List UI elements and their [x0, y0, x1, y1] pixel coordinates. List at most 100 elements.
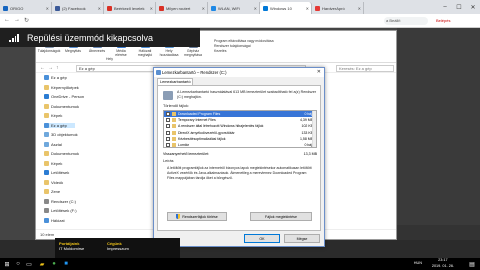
favicon-icon — [315, 5, 320, 11]
close-icon[interactable]: ✕ — [466, 0, 480, 14]
browser-tab[interactable]: (2) Facebook ✕ — [52, 2, 104, 14]
cleanup-item-name: DirectX árnyékolóvezérlő-gyorsítótár — [178, 130, 235, 135]
cancel-button[interactable]: Mégse — [284, 234, 320, 243]
nav-item[interactable]: Ez a gép — [44, 75, 67, 80]
cleanup-item-checkbox[interactable] — [166, 118, 170, 123]
file-type-icon — [172, 136, 176, 141]
browser-tab-bar: ORIGO ✕ (2) Facebook ✕ Beérkező levelek ✕ Mily… — [0, 0, 480, 14]
cleanup-item-checkbox[interactable] — [166, 124, 170, 129]
nav-up-icon[interactable]: ↑ — [56, 65, 59, 71]
nav-item[interactable]: Zene — [44, 189, 60, 194]
task-view-icon[interactable]: ▭ — [25, 260, 33, 268]
file-explorer-taskbar-icon[interactable]: ▰ — [38, 260, 46, 268]
url-field[interactable]: a Beállít — [384, 17, 428, 25]
nav-item[interactable]: Letöltések — [44, 170, 69, 175]
footer-col-portals: Portáljaink IT Moldomirse — [59, 241, 84, 251]
cleanup-item-checkbox[interactable] — [166, 143, 170, 147]
tab-close-icon[interactable]: ✕ — [306, 6, 309, 11]
nav-item[interactable]: Hálózat — [44, 217, 65, 223]
nav-item[interactable]: Dokumentumok — [44, 151, 79, 156]
nav-back-icon[interactable]: ← — [40, 65, 45, 71]
maximize-icon[interactable]: ☐ — [452, 0, 466, 14]
notifications-icon[interactable]: ▤ — [468, 260, 476, 268]
signal-icon — [9, 33, 19, 42]
cleanup-item-row[interactable]: Lomtár 0 bájt — [164, 142, 316, 147]
explorer-search-input[interactable]: Keresés: Ez a gép — [336, 65, 394, 72]
nav-forward-icon[interactable]: → — [48, 65, 53, 71]
input-language[interactable]: HUN — [414, 261, 422, 265]
tab-disk-cleanup[interactable]: Lemezkarbantartó — [157, 78, 193, 85]
cleanup-item-checkbox[interactable] — [166, 112, 170, 116]
system-clock[interactable]: 23:17 2019. 01. 26. — [432, 258, 454, 269]
cleanup-item-name: Downloaded Program Files — [178, 112, 221, 116]
cleanup-item-checkbox[interactable] — [166, 130, 170, 135]
dialog-close-icon[interactable]: ✕ — [317, 69, 321, 75]
browser-tab[interactable]: HardverApró ✕ — [312, 2, 364, 14]
tab-close-icon[interactable]: ✕ — [98, 6, 101, 11]
folder-icon — [44, 170, 49, 175]
browser-tab[interactable]: ORIGO ✕ — [0, 2, 52, 14]
tab-close-icon[interactable]: ✕ — [358, 6, 361, 11]
cleanup-item-row[interactable]: Downloaded Program Files 0 bájt — [164, 111, 316, 117]
tab-close-icon[interactable]: ✕ — [202, 6, 205, 11]
footer-company-sub[interactable]: Impresszum — [107, 246, 129, 251]
nav-item[interactable]: Asztal — [44, 141, 62, 147]
minimize-icon[interactable]: – — [438, 0, 452, 14]
folder-icon — [44, 179, 49, 185]
search-icon[interactable]: ○ — [14, 260, 22, 268]
nav-item[interactable]: Letöltések (F:) — [44, 208, 77, 213]
tab-close-icon[interactable]: ✕ — [46, 6, 49, 11]
reload-icon[interactable]: ↻ — [24, 17, 29, 24]
store-taskbar-icon[interactable]: ■ — [62, 260, 70, 268]
ok-button[interactable]: OK — [244, 234, 280, 243]
right-lower-panel — [397, 225, 480, 240]
ribbon-system-item[interactable]: Kezelés — [214, 49, 274, 54]
browser-tab[interactable]: Beérkező levelek ✕ — [104, 2, 156, 14]
file-type-icon — [172, 130, 176, 135]
nav-item-label: Képek — [51, 113, 63, 118]
drive-icon — [163, 91, 173, 100]
nav-item[interactable]: Képek — [44, 160, 63, 166]
browser-tab[interactable]: Windows 10 ✕ — [260, 2, 312, 14]
folder-icon — [44, 217, 49, 223]
files-to-delete-list: Lomtár 0 bájt Kézbesítésoptimalizálási fáj… — [163, 110, 317, 148]
list-scrollbar[interactable] — [312, 111, 316, 147]
nav-item[interactable]: Képek — [44, 113, 62, 118]
folder-icon — [44, 141, 49, 147]
nav-item[interactable]: 3D objektumok — [44, 132, 78, 137]
nav-item[interactable]: Rendszer (C:) — [44, 198, 76, 204]
view-files-button[interactable]: Fájlok megtekintése — [250, 212, 312, 221]
nav-item[interactable]: Ez a gép — [44, 122, 75, 128]
tab-close-icon[interactable]: ✕ — [254, 6, 257, 11]
cleanup-item-row[interactable]: DirectX árnyékolóvezérlő-gyorsítótár 133 … — [164, 130, 316, 136]
signin-link[interactable]: Belépés — [436, 17, 450, 25]
clean-system-files-button[interactable]: Rendszerfájlok törlése — [167, 212, 227, 221]
nav-item-label: Letöltések — [51, 170, 70, 175]
browser-tab[interactable]: Milyen routert ✕ — [156, 2, 208, 14]
forward-icon[interactable]: → — [14, 17, 20, 23]
tab-close-icon[interactable]: ✕ — [150, 6, 153, 11]
folder-icon — [44, 198, 49, 204]
file-type-icon — [172, 143, 176, 147]
browser-tab-label: Windows 10 — [270, 5, 292, 11]
cleanup-item-name: Lomtár — [178, 143, 189, 147]
cleanup-item-row[interactable]: A rendszer által létrehozott Windows hib… — [164, 123, 316, 129]
nav-item-label: Képek — [51, 160, 63, 166]
nav-item[interactable]: Dokumentumok — [44, 103, 80, 109]
cleanup-item-row[interactable]: Kézbesítésoptimalizálási fájlok 1,58 MB — [164, 136, 316, 142]
start-icon[interactable]: ⊞ — [3, 260, 11, 268]
ribbon-button-label: Átnevezés — [88, 49, 106, 53]
airplane-mode-toast: Repülési üzemmód kikapcsolva — [0, 28, 200, 47]
cleanup-item-row[interactable]: Temporary Internet Files 4,39 MB — [164, 117, 316, 123]
chrome-taskbar-icon[interactable]: ● — [50, 260, 58, 268]
back-icon[interactable]: ← — [4, 17, 10, 23]
footer-portals-sub[interactable]: IT Moldomirse — [59, 246, 84, 251]
nav-item-label: Hálózat — [51, 217, 65, 223]
nav-item[interactable]: OneDrive - Person — [44, 94, 84, 99]
nav-item[interactable]: Videók — [44, 179, 63, 185]
cleanup-item-checkbox[interactable] — [166, 136, 170, 141]
nav-item-label: OneDrive - Person — [51, 94, 85, 99]
nav-item[interactable]: Képernyőképek — [44, 84, 79, 90]
nav-item-label: Dokumentumok — [51, 103, 80, 109]
browser-tab[interactable]: WLAN, WiFi ✕ — [208, 2, 260, 14]
